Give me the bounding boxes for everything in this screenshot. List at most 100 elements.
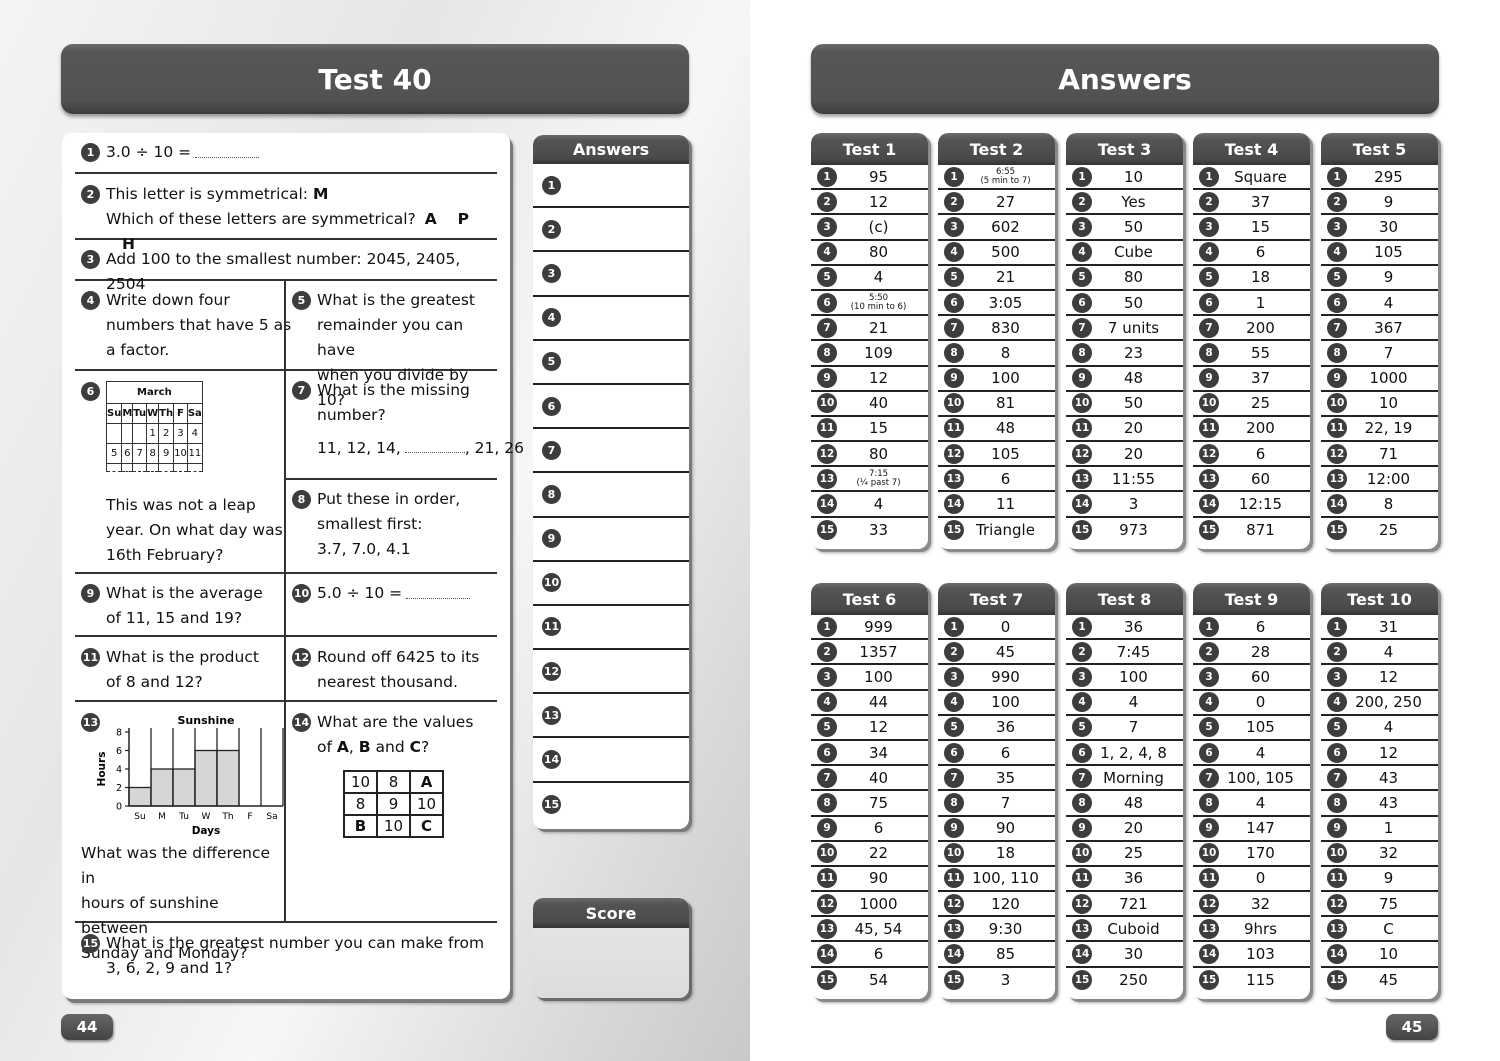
calendar-date: 10 — [173, 443, 188, 464]
answer-row[interactable]: 4 — [533, 297, 689, 341]
answer-value: 22, 19 — [1364, 419, 1413, 438]
answer-row: 2 7:45 — [1066, 640, 1183, 666]
answer-row: 87 — [1321, 341, 1438, 367]
answer-row: 8 43 — [1321, 791, 1438, 817]
answer-value: 4 — [873, 495, 884, 514]
answer-row: 12 120 — [938, 892, 1055, 918]
answer-row: 15 Triangle — [938, 518, 1055, 543]
answer-row[interactable]: 11 — [533, 606, 689, 651]
answer-row[interactable]: 8 — [533, 473, 689, 518]
answer-row: 66 — [938, 741, 1055, 767]
letter-option: P — [457, 210, 470, 228]
test-answer-table: Test 8 1 36 2 7:45 3 100 4 4 5 7 6 1, 2, 4, 8 7 Mornin… — [1066, 583, 1183, 999]
answer-value: 4 — [1128, 693, 1139, 712]
answer-row: 6 34 — [811, 741, 928, 767]
answer-row[interactable]: 15 — [533, 783, 689, 827]
question-number-badge: 9 — [817, 818, 837, 839]
question-number-badge: 12 — [1327, 443, 1347, 464]
answer-row: 12 721 — [1066, 892, 1183, 918]
column-divider — [284, 281, 286, 371]
answer-row[interactable]: 12 — [533, 650, 689, 695]
question-number-badge: 13 — [1327, 468, 1347, 489]
answer-row[interactable]: 7 — [533, 429, 689, 474]
answer-row[interactable]: 5 — [533, 341, 689, 385]
answer-row[interactable]: 10 — [533, 562, 689, 606]
question-text: of — [317, 738, 332, 756]
answer-value: 7:45 — [1116, 642, 1151, 661]
answer-row: 2 45 — [938, 640, 1055, 666]
question-number-badge: 10 — [1199, 843, 1219, 864]
answer-value: 60 — [1250, 469, 1271, 488]
question-number-badge: 9 — [944, 368, 964, 389]
answer-row: 84 — [1193, 791, 1310, 817]
test-answer-table: Test 6 1 999 2 1357 3 100 4 44 5 12 6 34 7 40 8 75 9 6 10 22… — [811, 583, 928, 999]
question-number-badge: 1 — [944, 616, 964, 637]
question-8: 8 Put these in order, smallest first: 3.7… — [292, 487, 460, 562]
answer-row: 11 200 — [1193, 417, 1310, 443]
answer-value: 100 — [991, 693, 1020, 712]
question-number-badge: 14 — [944, 944, 964, 965]
answer-row: 7 43 — [1321, 766, 1438, 792]
question-number-badge: 6 — [1327, 292, 1347, 313]
question-number-badge: 7 — [1072, 767, 1092, 788]
question-number-badge: 12 — [292, 648, 311, 667]
answer-value: 100 — [991, 369, 1020, 388]
answer-row[interactable]: 1 — [533, 164, 689, 209]
question-text: of 8 and 12? — [106, 673, 203, 691]
answer-row: 11 22, 19 — [1321, 417, 1438, 443]
answer-value: 999 — [864, 617, 893, 636]
sunshine-bar-chart: Sunshine 0 2 4 6 8 Su M Tu W Th F Sa Days Hours — [96, 714, 284, 836]
answer-row: 13 11:55 — [1066, 467, 1183, 493]
answer-row[interactable]: 14 — [533, 738, 689, 783]
question-number-badge: 7 — [817, 767, 837, 788]
answer-row[interactable]: 3 — [533, 252, 689, 297]
answer-row[interactable]: 2 — [533, 208, 689, 253]
question-text: and — [375, 738, 405, 756]
question-number-badge: 1 — [817, 616, 837, 637]
answer-value: 6 — [1255, 444, 1266, 463]
question-number-badge: 3 — [817, 666, 837, 687]
answer-row: 12 105 — [938, 442, 1055, 468]
question-6: 6 March Su M Tu W Th F Sa 1 2 3 4 5 6 7 … — [81, 381, 283, 564]
calendar-day-header: Tu — [132, 403, 148, 424]
question-number-badge: 7 — [1072, 317, 1092, 338]
question-number-badge: 5 — [1072, 717, 1092, 738]
answer-value: 81 — [995, 394, 1016, 413]
answer-row: 1 31 — [1321, 615, 1438, 641]
question-number-badge: 10 — [944, 843, 964, 864]
question-number-badge: 2 — [1072, 191, 1092, 212]
answer-row: 10 22 — [811, 842, 928, 867]
answer-row: 11 48 — [938, 417, 1055, 443]
left-page: Test 40 1 3.0 ÷ 10 = 2 This letter is sy… — [0, 0, 750, 1061]
question-text: What is the greatest — [317, 291, 475, 309]
answer-value: 1000 — [1369, 369, 1408, 388]
answer-blank — [404, 452, 465, 453]
answer-row: 16 — [1193, 615, 1310, 641]
answer-row: 14 12:15 — [1193, 492, 1310, 518]
question-number-badge: 3 — [817, 216, 837, 237]
question-number-badge: 15 — [1199, 520, 1219, 541]
answer-row[interactable]: 6 — [533, 385, 689, 430]
answer-row: 9 1000 — [1321, 367, 1438, 392]
answer-row: 7 830 — [938, 316, 1055, 342]
answer-value: 0 — [1255, 869, 1266, 888]
answer-value: 11 — [995, 495, 1016, 514]
question-number-badge: 5 — [1327, 717, 1347, 738]
answer-row: 12 6 — [1193, 442, 1310, 468]
answer-value: 1 — [1383, 819, 1394, 838]
question-number-badge: 3 — [81, 250, 100, 269]
score-input-area[interactable] — [533, 928, 689, 998]
answer-row: 13 6 — [938, 467, 1055, 493]
question-number-badge: 7 — [1327, 767, 1347, 788]
answer-value: C — [1383, 919, 1394, 938]
answer-value: 602 — [991, 217, 1020, 236]
question-text: 5.0 ÷ 10 = — [317, 584, 403, 602]
sequence-text: , 21, 26 — [464, 439, 524, 457]
question-text: 3.0 ÷ 10 = — [106, 143, 192, 161]
question-text: This was not a leap — [106, 496, 256, 514]
answer-row: 8 23 — [1066, 341, 1183, 367]
answer-row[interactable]: 13 — [533, 694, 689, 739]
answer-row: 13 7:15 (¼ past 7) — [811, 467, 928, 493]
grid-cell: B — [343, 814, 378, 838]
answer-row[interactable]: 9 — [533, 518, 689, 562]
